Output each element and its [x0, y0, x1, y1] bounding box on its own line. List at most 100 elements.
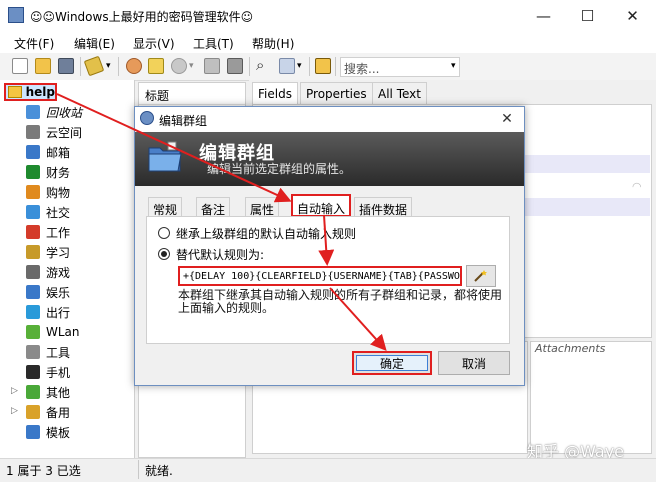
tree-item[interactable]: 邮箱: [26, 142, 70, 162]
menu-view[interactable]: 显示(V): [133, 35, 175, 52]
tree-item-label: 备用: [46, 405, 71, 420]
tree-item-label: 学习: [46, 245, 71, 260]
auto-type-icon[interactable]: [227, 58, 243, 74]
dollar-icon: [26, 165, 40, 179]
sequence-editor-button[interactable]: [466, 265, 496, 287]
tree-item[interactable]: 备用: [26, 402, 70, 422]
tree-item[interactable]: 工作: [26, 222, 70, 242]
new-database-icon[interactable]: [12, 58, 28, 74]
tree-item[interactable]: 手机: [26, 362, 70, 382]
globe-icon: [26, 305, 40, 319]
toolbar-separator: [118, 57, 119, 76]
tab-all-text[interactable]: All Text: [372, 82, 427, 104]
minimize-button[interactable]: —: [521, 0, 566, 31]
menu-help[interactable]: 帮助(H): [252, 35, 294, 52]
dialog-tab-plugin-data[interactable]: 插件数据: [354, 197, 413, 217]
tree-item[interactable]: 购物: [26, 182, 70, 202]
dialog-tab-general[interactable]: 常规: [148, 197, 183, 217]
open-folder-icon[interactable]: [35, 58, 51, 74]
toolbar-separator: [309, 57, 310, 76]
quick-search-icon[interactable]: [279, 58, 295, 74]
tree-item-label: 模板: [46, 425, 71, 440]
dialog-tab-properties[interactable]: 属性: [245, 197, 280, 217]
tree-item-label: 其他: [46, 385, 71, 400]
status-bar: [0, 458, 656, 482]
toolbar-separator: [249, 57, 250, 76]
mail-icon: [26, 145, 40, 159]
auto-type-description: 本群组下继承其自动输入规则的所有子群组和记录，都将使用上面输入的规则。: [178, 288, 503, 315]
magic-wand-icon: [474, 270, 487, 282]
pencil-icon: [26, 225, 40, 239]
dialog-tab-notes[interactable]: 备注: [196, 197, 231, 217]
tree-item[interactable]: 娱乐: [26, 282, 70, 302]
template-icon: [26, 425, 40, 439]
tree-item-label: WLan: [46, 325, 80, 339]
tab-properties[interactable]: Properties: [300, 82, 373, 104]
column-header-title[interactable]: 标题: [139, 83, 245, 105]
tree-item[interactable]: 模板: [26, 422, 70, 442]
menu-file[interactable]: 文件(F): [14, 35, 54, 52]
recycle-bin-icon: [26, 105, 40, 119]
tree-root-label: help: [25, 85, 55, 99]
tree-item-label: 财务: [46, 165, 71, 180]
eye-icon[interactable]: ◠: [632, 180, 642, 193]
cancel-button[interactable]: 取消: [438, 351, 510, 375]
folder-icon: [26, 385, 40, 399]
radio-inherit-option[interactable]: 继承上级群组的默认自动输入规则: [158, 225, 356, 241]
tree-item[interactable]: 云空间: [26, 122, 82, 142]
open-url-icon[interactable]: [171, 58, 187, 74]
radio-inherit[interactable]: [158, 227, 170, 239]
chevron-down-icon[interactable]: ▾: [297, 61, 302, 71]
tree-root-help[interactable]: help: [4, 83, 57, 101]
tree-item[interactable]: 财务: [26, 162, 70, 182]
tree-item[interactable]: 工具: [26, 342, 70, 362]
field-row-stripe: [522, 198, 650, 216]
radio-override-option[interactable]: 替代默认规则为:: [158, 246, 264, 262]
folder-edit-icon: [148, 141, 182, 172]
dialog-banner: [135, 132, 524, 186]
status-ready: 就绪.: [145, 464, 173, 478]
tree-item[interactable]: WLan: [26, 322, 80, 342]
tree-item[interactable]: 学习: [26, 242, 70, 262]
status-separator: [138, 460, 139, 479]
save-icon[interactable]: [58, 58, 74, 74]
expand-arrow-icon[interactable]: ▷: [11, 406, 18, 416]
copy-username-icon[interactable]: [126, 58, 142, 74]
chevron-down-icon[interactable]: ▾: [189, 61, 194, 71]
tree-item[interactable]: 回收站: [26, 102, 82, 122]
tree-item-label: 购物: [46, 185, 71, 200]
tree-item-label: 工作: [46, 225, 71, 240]
cloud-server-icon: [26, 125, 40, 139]
tab-fields[interactable]: Fields: [252, 82, 298, 104]
ok-button[interactable]: 确定: [352, 351, 432, 375]
search-input[interactable]: 搜索...: [340, 57, 460, 77]
tree-item[interactable]: 其他: [26, 382, 70, 402]
menu-tools[interactable]: 工具(T): [193, 35, 234, 52]
menu-edit[interactable]: 编辑(E): [74, 35, 115, 52]
copy-entry-icon[interactable]: [204, 58, 220, 74]
dialog-close-button[interactable]: ✕: [495, 109, 519, 129]
maximize-button[interactable]: ☐: [565, 0, 610, 31]
chevron-down-icon[interactable]: ▾: [106, 61, 111, 71]
tree-item[interactable]: 社交: [26, 202, 70, 222]
find-icon[interactable]: ⌕: [256, 56, 264, 74]
dialog-tab-auto-type[interactable]: 自动输入: [291, 194, 352, 217]
tree-item[interactable]: 出行: [26, 302, 70, 322]
window-title: ☺☺Windows上最好用的密码管理软件☺: [30, 10, 254, 24]
status-selection: 1 属于 3 已选: [6, 464, 81, 478]
auto-type-sequence-input[interactable]: +{DELAY 100}{CLEARFIELD}{USERNAME}{TAB}{…: [178, 266, 462, 286]
expand-arrow-icon[interactable]: ▷: [11, 386, 18, 396]
search-dropdown-chevron-icon[interactable]: ▾: [451, 61, 456, 71]
close-button[interactable]: ✕: [610, 0, 655, 31]
radio-override[interactable]: [158, 248, 170, 260]
copy-password-icon[interactable]: [148, 58, 164, 74]
tree-item-label: 手机: [46, 365, 71, 380]
lock-icon[interactable]: [315, 58, 331, 74]
toolbar-separator: [335, 57, 336, 76]
tree-item-label: 出行: [46, 305, 71, 320]
gamepad-icon: [26, 265, 40, 279]
app-icon: [8, 7, 24, 23]
plug-icon: [26, 325, 40, 339]
tree-item[interactable]: 游戏: [26, 262, 70, 282]
tree-item-label: 游戏: [46, 265, 71, 280]
